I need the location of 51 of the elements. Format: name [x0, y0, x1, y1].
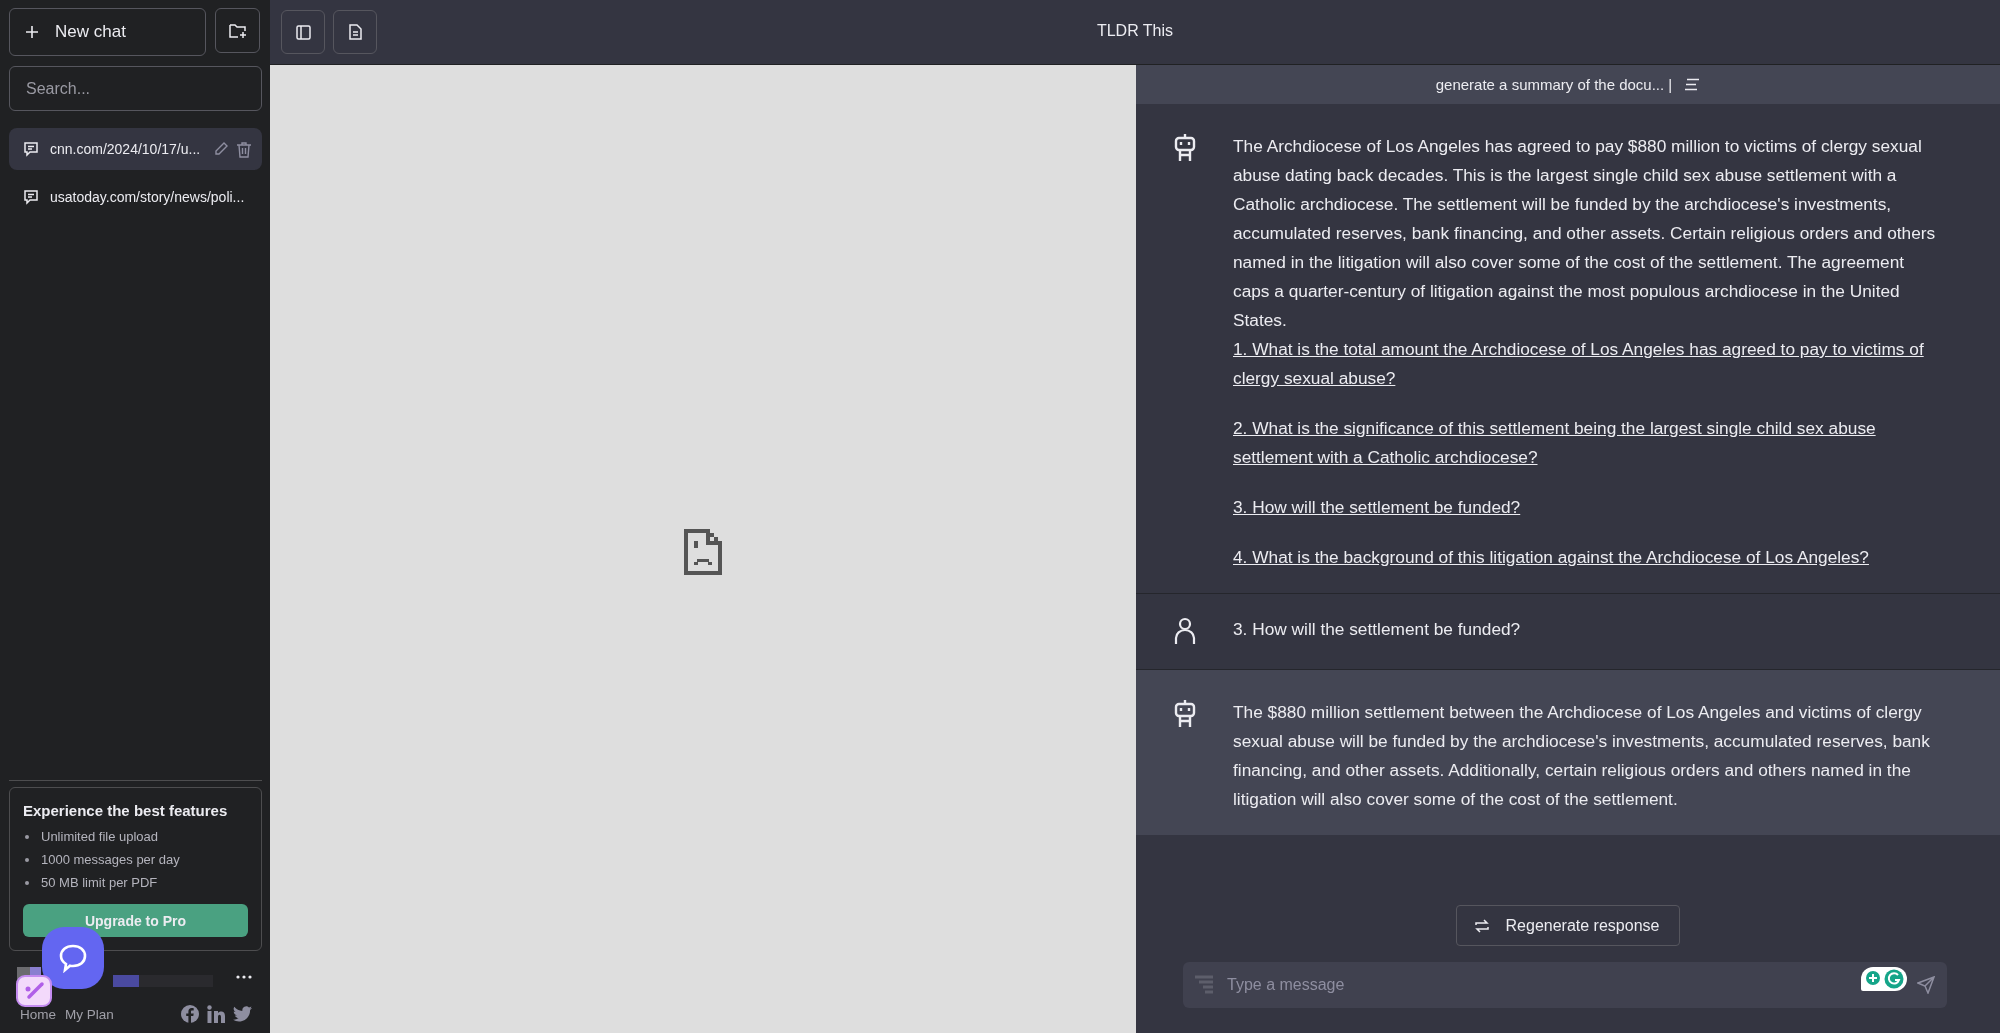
regenerate-button[interactable]: Regenerate response — [1455, 905, 1681, 946]
robot-icon — [1172, 134, 1197, 162]
speech-bubble-icon — [58, 943, 88, 973]
suggested-question-link[interactable]: 4. What is the background of this litigation against the Archdiocese of Los Angeles? — [1233, 543, 1945, 572]
chat-list-item[interactable]: cnn.com/2024/10/17/u... — [9, 128, 262, 170]
suggested-question-link[interactable]: 3. How will the settlement be funded? — [1233, 493, 1945, 522]
chat-icon — [23, 189, 39, 205]
trash-icon[interactable] — [236, 140, 252, 158]
send-icon[interactable] — [1917, 976, 1935, 994]
message-text: The $880 million settlement between the Archdiocese of Los Angeles and victims of clergy sexual abuse will be funded by the archdiocese's investments, accumulated reserves, bank financing, and other assets. Additionally, certain religious orders and others named in the litigation will also cover some of the cost of the settlement. — [1233, 701, 1931, 811]
card-title: Experience the best features — [23, 802, 229, 819]
sidebar-toggle-button[interactable] — [281, 10, 325, 54]
suggested-question-link[interactable]: 2. What is the significance of this settlement being the largest single child sex abuse settlement with a Catholic archdiocese? — [1233, 414, 1945, 472]
sidebar-toggle-icon — [295, 24, 311, 40]
broken-document-icon — [684, 528, 722, 575]
stacked-lines-icon — [1193, 974, 1215, 996]
chat-list-item[interactable]: usatoday.com/story/news/poli... — [9, 176, 262, 218]
robot-icon — [1172, 700, 1197, 728]
bird-icon[interactable] — [233, 1006, 252, 1022]
message-input[interactable]: Type a message — [1225, 975, 1851, 995]
repeat-icon — [1473, 917, 1490, 934]
prompt-title: generate a summary of the docu... | — [1435, 76, 1673, 93]
menu-icon[interactable] — [1684, 78, 1701, 91]
feature-item: 1000 messages per day — [23, 848, 248, 871]
more-icon[interactable] — [236, 975, 252, 979]
footer-link[interactable]: My Plan — [65, 1007, 114, 1022]
feature-item: Unlimited file upload — [23, 825, 248, 848]
message-text: 3. How will the settlement be funded? — [1233, 618, 1522, 641]
footer-link[interactable]: Home — [20, 1007, 56, 1022]
new-folder-button[interactable] — [215, 8, 260, 53]
feature-item: 50 MB limit per PDF — [23, 871, 248, 894]
message-field[interactable]: Type a message — [1183, 962, 1947, 1008]
document-button[interactable] — [333, 10, 377, 54]
suggested-question-link[interactable]: 1. What is the total amount the Archdiocese of Los Angeles has agreed to pay to victims of clergy sexual abuse? — [1233, 335, 1945, 393]
lightbulb-icon[interactable] — [1864, 970, 1882, 988]
chat-icon — [23, 141, 39, 157]
plus-icon — [25, 25, 39, 39]
facebook-icon[interactable] — [181, 1005, 199, 1023]
message-text: The Archdiocese of Los Angeles has agreed to pay $880 million to victims of clergy sexual abuse dating back decades. This is the largest single child sex abuse settlement with a Catholic archdiocese. The settlement will be funded by the archdiocese's investments, accumulated reserves, bank financing, and other assets. Certain religious orders and others named in the litigation will also cover some of the cost of the settlement. The agreement caps a quarter-century of litigation against the most populous archdiocese in the United States. — [1233, 135, 1937, 332]
check-icon — [23, 981, 45, 1001]
document-icon — [348, 24, 362, 40]
chat-support-button[interactable] — [42, 927, 104, 989]
extension-button[interactable] — [16, 975, 52, 1007]
edit-icon[interactable] — [213, 141, 229, 157]
app-title: TLDR This — [1096, 22, 1174, 39]
linkedin-icon[interactable] — [207, 1005, 225, 1023]
new-chat-button[interactable]: New chat — [9, 8, 206, 56]
search-field[interactable]: Search... — [9, 66, 262, 111]
person-icon — [1173, 617, 1196, 645]
grammar-check-icon[interactable] — [1884, 969, 1904, 989]
folder-plus-icon — [228, 22, 247, 39]
